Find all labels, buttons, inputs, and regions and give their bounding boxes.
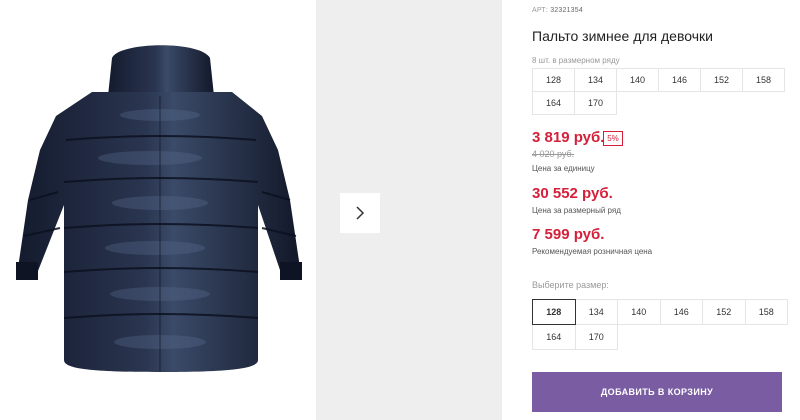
- gallery-next-button[interactable]: [340, 193, 380, 233]
- product-title: Пальто зимнее для девочки: [532, 28, 713, 44]
- size-option[interactable]: 158: [744, 299, 788, 325]
- price-old: 4 020 руб.: [532, 149, 575, 159]
- size-option[interactable]: 152: [702, 299, 746, 325]
- size-option[interactable]: 140: [617, 299, 661, 325]
- pack-size-cell: 134: [574, 68, 617, 92]
- product-image: [0, 0, 316, 420]
- size-option-selected[interactable]: 128: [532, 299, 576, 325]
- coat-image: [16, 45, 302, 372]
- rrp-price-note: Рекомендуемая розничная цена: [532, 247, 653, 256]
- pack-size-grid: 128 134 140 146 152 158 164 170: [532, 68, 785, 115]
- unit-price-note: Цена за единицу: [532, 164, 595, 173]
- pack-size-cell: 140: [616, 68, 659, 92]
- pack-price-note: Цена за размерный ряд: [532, 206, 621, 215]
- discount-badge: 5%: [603, 131, 623, 146]
- pack-size-cell: 158: [742, 68, 785, 92]
- size-option[interactable]: 134: [574, 299, 618, 325]
- pack-size-cell: 152: [700, 68, 743, 92]
- size-picker: 128 134 140 146 152 158 164 170: [532, 299, 788, 350]
- choose-size-label: Выберите размер:: [532, 280, 609, 290]
- price-pack: 30 552 руб.: [532, 185, 613, 202]
- pack-size-cell: 164: [532, 91, 575, 115]
- pack-size-cell: 146: [658, 68, 701, 92]
- article-label: АРТ:: [532, 7, 549, 14]
- chevron-right-icon: [356, 206, 365, 220]
- product-info: АРТ: 32321354 Пальто зимнее для девочки …: [532, 0, 800, 420]
- price-main: 3 819 руб.: [532, 129, 605, 146]
- article-value: 32321354: [550, 7, 583, 14]
- size-option[interactable]: 146: [659, 299, 703, 325]
- article-number: АРТ: 32321354: [532, 7, 583, 14]
- size-option[interactable]: 164: [532, 324, 576, 350]
- pack-size-cell: 170: [574, 91, 617, 115]
- pack-size-cell: 128: [532, 68, 575, 92]
- add-to-cart-button[interactable]: ДОБАВИТЬ В КОРЗИНУ: [532, 372, 782, 412]
- pack-label: 8 шт. в размерном ряду: [532, 56, 620, 65]
- size-option[interactable]: 170: [574, 324, 618, 350]
- price-rrp: 7 599 руб.: [532, 226, 605, 243]
